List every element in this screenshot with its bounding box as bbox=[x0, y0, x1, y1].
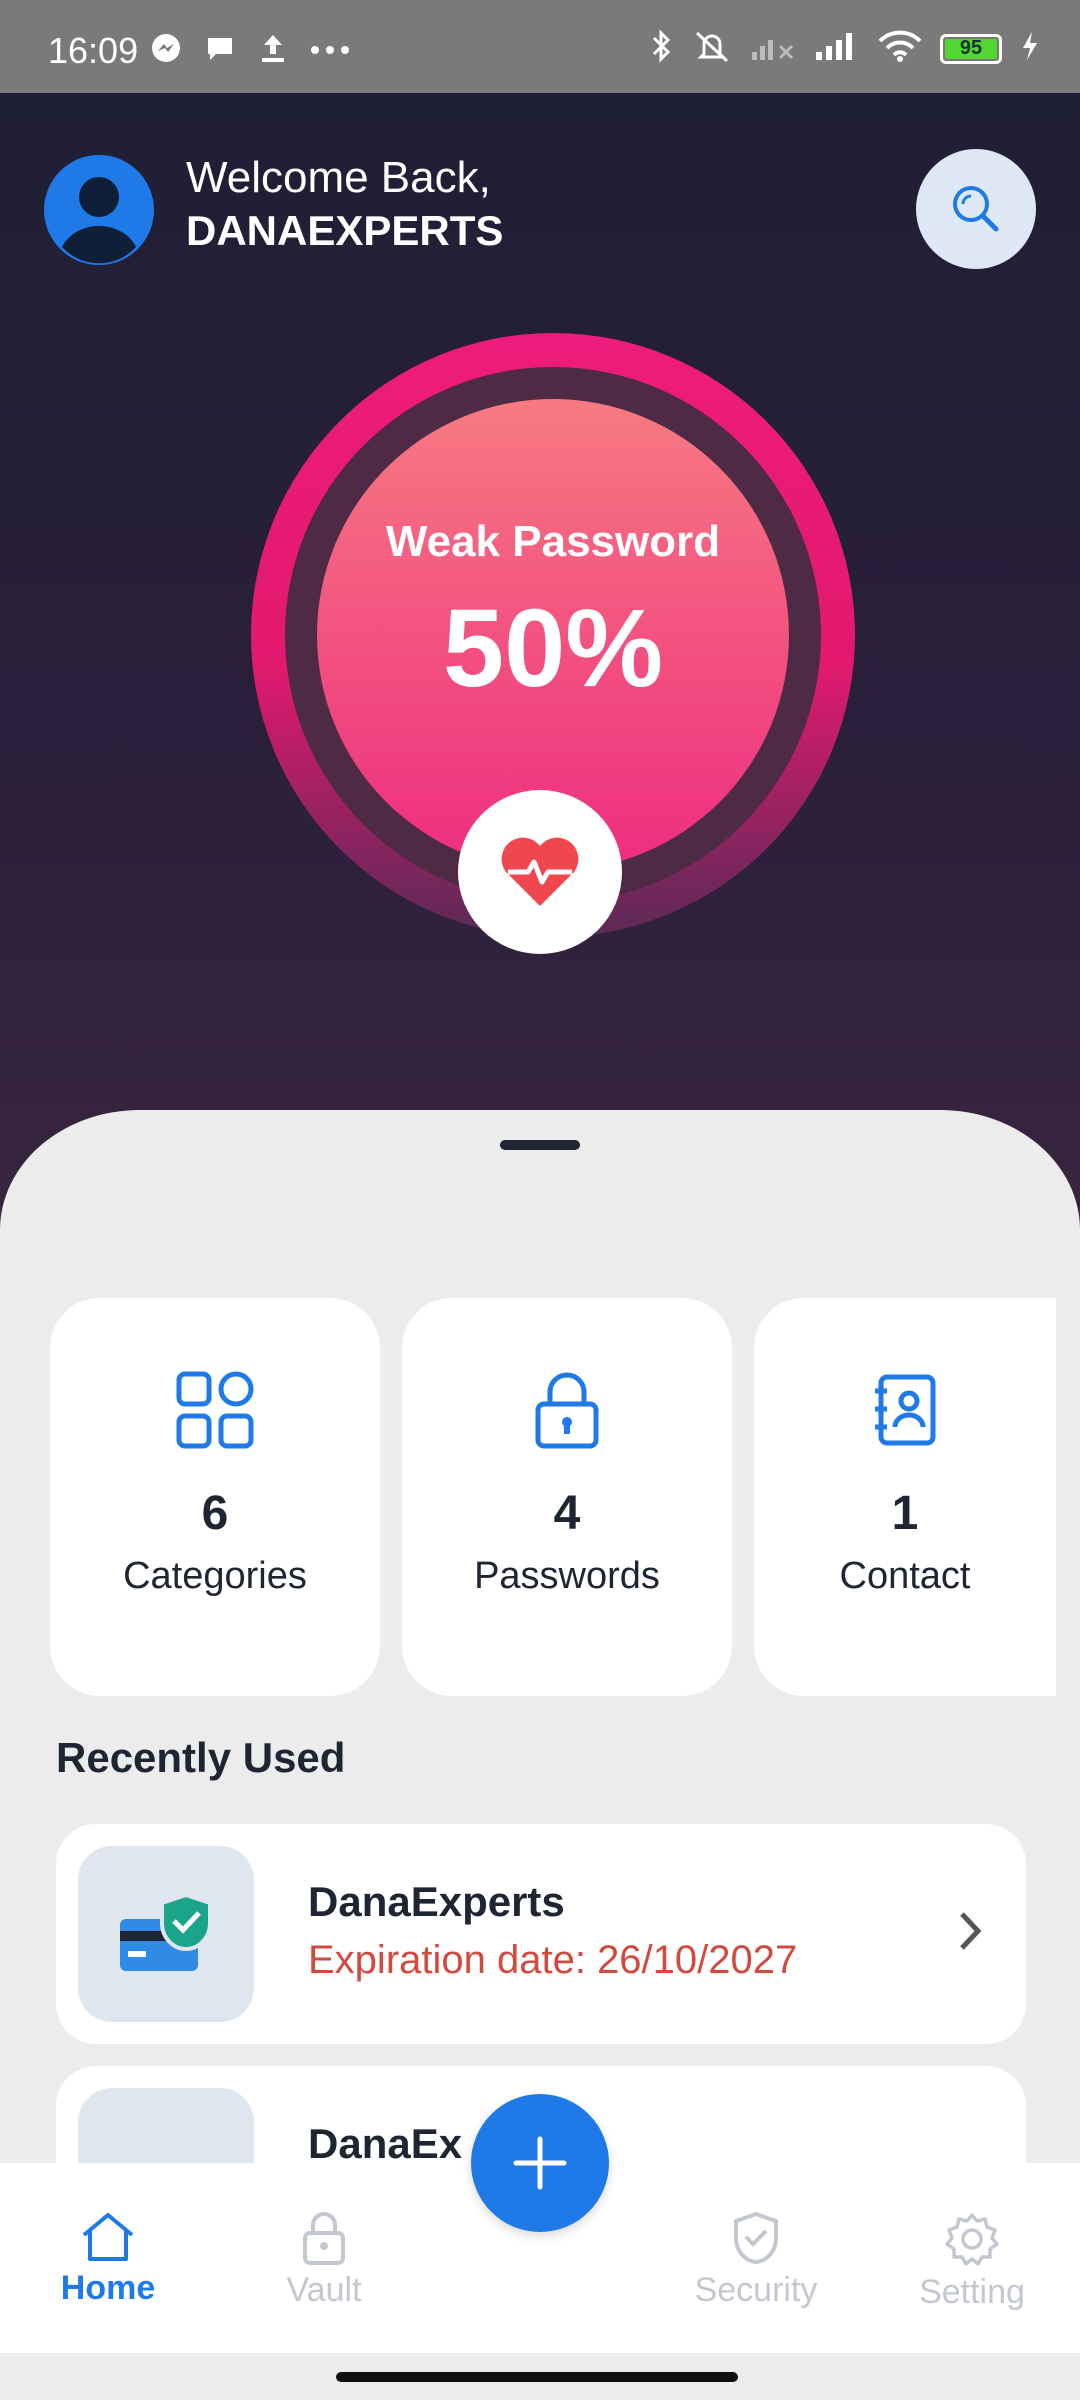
item-subtitle: Expiration date: 26/10/2027 bbox=[308, 1938, 798, 1982]
add-button[interactable] bbox=[471, 2094, 609, 2232]
shield-icon bbox=[733, 2211, 779, 2265]
heart-pulse-icon bbox=[501, 837, 579, 906]
nav-home[interactable]: Home bbox=[38, 2211, 178, 2308]
signal-icon bbox=[814, 30, 860, 67]
battery-level: 95 bbox=[959, 37, 983, 59]
categories-card[interactable]: 6 Categories bbox=[50, 1298, 380, 1696]
home-indicator[interactable] bbox=[336, 2372, 738, 2382]
home-icon bbox=[82, 2213, 134, 2261]
passwords-label: Passwords bbox=[474, 1555, 660, 1597]
health-check-button[interactable] bbox=[458, 790, 622, 954]
status-time: 16:09 bbox=[48, 30, 139, 71]
grid-icon bbox=[176, 1371, 254, 1449]
nav-setting[interactable]: Setting bbox=[902, 2211, 1042, 2312]
wifi-icon bbox=[878, 29, 922, 68]
recently-used-title: Recently Used bbox=[56, 1734, 346, 1781]
more-icon bbox=[310, 42, 350, 60]
search-button[interactable] bbox=[916, 149, 1036, 269]
upload-icon bbox=[258, 32, 288, 69]
sheet-handle[interactable] bbox=[500, 1140, 580, 1150]
welcome-text: Welcome Back, DANAEXPERTS bbox=[186, 153, 503, 255]
username: DANAEXPERTS bbox=[186, 207, 504, 254]
passwords-card[interactable]: 4 Passwords bbox=[402, 1298, 732, 1696]
nav-vault-label: Vault bbox=[286, 2271, 362, 2309]
stats-cards: 6 Categories 4 Passwords 1 Contact bbox=[50, 1298, 1056, 1696]
categories-label: Categories bbox=[123, 1555, 307, 1597]
hero-section: Welcome Back, DANAEXPERTS Weak Password … bbox=[0, 93, 1080, 1253]
item-title: DanaExperts bbox=[308, 1878, 565, 1925]
silent-icon bbox=[692, 28, 732, 69]
contact-book-icon bbox=[875, 1374, 936, 1446]
item-thumbnail bbox=[78, 1846, 254, 2022]
signal-weak-icon bbox=[750, 30, 796, 67]
nav-security-label: Security bbox=[694, 2271, 818, 2309]
nav-vault[interactable]: Vault bbox=[254, 2211, 394, 2310]
avatar[interactable] bbox=[44, 155, 154, 265]
item-title: DanaEx bbox=[308, 2120, 463, 2167]
lock-icon bbox=[303, 2212, 345, 2265]
nav-security[interactable]: Security bbox=[686, 2211, 826, 2310]
gear-icon bbox=[945, 2213, 999, 2266]
categories-count: 6 bbox=[201, 1487, 229, 1540]
chat-icon bbox=[204, 32, 236, 69]
lock-icon bbox=[535, 1372, 599, 1449]
gauge-label: Weak Password bbox=[385, 517, 721, 566]
card-shield-icon bbox=[120, 1892, 212, 1971]
chevron-right-icon bbox=[956, 1906, 986, 1961]
user-icon bbox=[62, 177, 136, 264]
list-item[interactable]: DanaExperts Expiration date: 26/10/2027 bbox=[56, 1824, 1026, 2044]
status-bar: 16:09 95 bbox=[0, 0, 1080, 93]
welcome-greeting: Welcome Back, bbox=[186, 153, 491, 202]
passwords-count: 4 bbox=[553, 1487, 581, 1540]
plus-icon bbox=[513, 2136, 567, 2190]
gauge-value: 50% bbox=[442, 587, 664, 710]
contact-card[interactable]: 1 Contact bbox=[754, 1298, 1056, 1696]
bluetooth-icon bbox=[650, 28, 674, 69]
battery-icon: 95 bbox=[940, 33, 1002, 64]
search-icon bbox=[953, 186, 999, 232]
contact-label: Contact bbox=[839, 1555, 971, 1597]
charging-icon bbox=[1020, 30, 1040, 67]
nav-home-label: Home bbox=[60, 2269, 156, 2307]
messenger-icon bbox=[150, 32, 182, 69]
contact-count: 1 bbox=[891, 1487, 919, 1540]
nav-setting-label: Setting bbox=[919, 2273, 1025, 2311]
